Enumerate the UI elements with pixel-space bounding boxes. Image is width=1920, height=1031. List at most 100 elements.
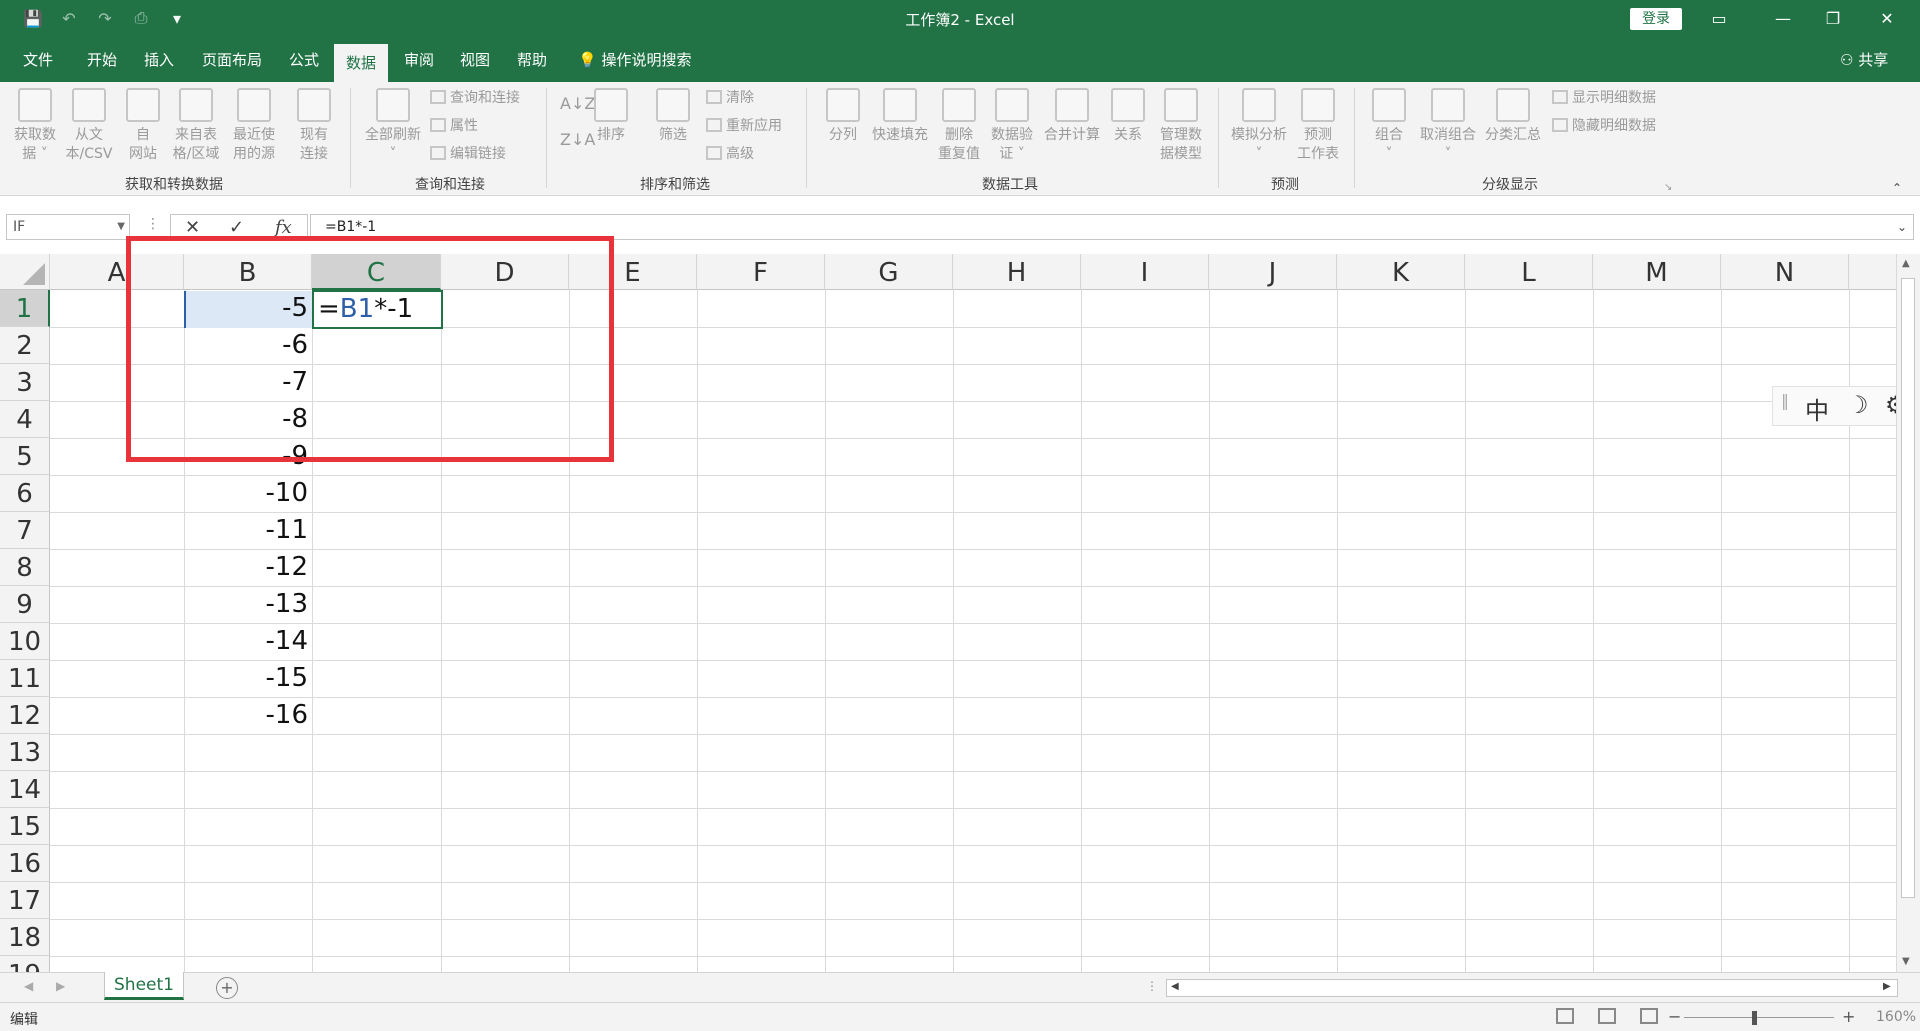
scroll-up-icon[interactable]: ▲ xyxy=(1902,258,1910,269)
tab-help[interactable]: 帮助 xyxy=(508,38,556,82)
dialog-launcher-icon[interactable]: ↘ xyxy=(1664,176,1672,200)
vertical-scrollbar[interactable]: ▲ ▼ xyxy=(1896,254,1920,974)
scroll-right-icon[interactable]: ▶ xyxy=(1883,981,1891,992)
column-header-h[interactable]: H xyxy=(953,254,1081,290)
cell-b10[interactable]: -14 xyxy=(184,623,308,660)
forecast-sheet-button[interactable]: 预测 工作表 xyxy=(1294,88,1342,164)
row-header-7[interactable]: 7 xyxy=(0,512,50,549)
restore-icon[interactable]: ❐ xyxy=(1818,6,1848,32)
cell-b6[interactable]: -10 xyxy=(184,475,308,512)
row-header-11[interactable]: 11 xyxy=(0,660,50,697)
from-text-csv-button[interactable]: 从文 本/CSV xyxy=(62,88,116,164)
formula-bar-splitter[interactable]: ⋮ xyxy=(146,216,160,232)
row-header-16[interactable]: 16 xyxy=(0,845,50,882)
tab-data[interactable]: 数据 xyxy=(334,44,388,82)
name-box[interactable]: IF ▼ xyxy=(6,214,130,240)
select-all-button[interactable] xyxy=(0,254,50,290)
from-table-button[interactable]: 来自表 格/区域 xyxy=(168,88,224,164)
cell-b7[interactable]: -11 xyxy=(184,512,308,549)
zoom-level[interactable]: 160% xyxy=(1876,1009,1916,1025)
column-header-k[interactable]: K xyxy=(1337,254,1465,290)
column-header-n[interactable]: N xyxy=(1721,254,1849,290)
row-header-6[interactable]: 6 xyxy=(0,475,50,512)
cell-b8[interactable]: -12 xyxy=(184,549,308,586)
moon-icon[interactable]: ☽ xyxy=(1847,391,1869,419)
text-to-columns-button[interactable]: 分列 xyxy=(820,88,866,145)
row-header-10[interactable]: 10 xyxy=(0,623,50,660)
row-header-15[interactable]: 15 xyxy=(0,808,50,845)
column-header-i[interactable]: I xyxy=(1081,254,1209,290)
login-button[interactable]: 登录 xyxy=(1630,8,1682,30)
sheet-tab-sheet1[interactable]: Sheet1 xyxy=(104,972,184,1000)
ime-mode-toggle[interactable]: 中 xyxy=(1805,391,1829,426)
row-header-13[interactable]: 13 xyxy=(0,734,50,771)
zoom-slider[interactable] xyxy=(1684,1017,1834,1018)
row-header-14[interactable]: 14 xyxy=(0,771,50,808)
refresh-all-button[interactable]: 全部刷新 ˅ xyxy=(360,88,426,164)
next-sheet-icon[interactable]: ▶ xyxy=(56,979,65,993)
remove-duplicates-button[interactable]: 删除 重复值 xyxy=(934,88,984,164)
tab-formulas[interactable]: 公式 xyxy=(280,38,328,82)
horizontal-scrollbar[interactable]: ◀ ▶ xyxy=(1166,979,1898,997)
column-header-l[interactable]: L xyxy=(1465,254,1593,290)
tab-page-layout[interactable]: 页面布局 xyxy=(196,38,268,82)
page-break-preview-icon[interactable] xyxy=(1640,1008,1658,1024)
row-header-17[interactable]: 17 xyxy=(0,882,50,919)
tab-insert[interactable]: 插入 xyxy=(134,38,184,82)
cancel-icon[interactable]: ✕ xyxy=(185,217,200,238)
row-header-9[interactable]: 9 xyxy=(0,586,50,623)
existing-connections-button[interactable]: 现有 连接 xyxy=(294,88,334,164)
ribbon-display-options-icon[interactable]: ▭ xyxy=(1704,6,1734,32)
sort-button[interactable]: 排序 xyxy=(588,88,634,145)
row-header-4[interactable]: 4 xyxy=(0,401,50,438)
column-header-g[interactable]: G xyxy=(825,254,953,290)
column-header-overflow[interactable] xyxy=(1849,254,1896,290)
prev-sheet-icon[interactable]: ◀ xyxy=(24,979,33,993)
row-header-2[interactable]: 2 xyxy=(0,327,50,364)
tab-view[interactable]: 视图 xyxy=(452,38,498,82)
vertical-scroll-thumb[interactable] xyxy=(1901,278,1915,898)
tab-file[interactable]: 文件 xyxy=(14,38,62,82)
zoom-slider-thumb[interactable] xyxy=(1752,1011,1757,1025)
relationships-button[interactable]: 关系 xyxy=(1108,88,1148,145)
row-header-12[interactable]: 12 xyxy=(0,697,50,734)
add-sheet-icon[interactable]: + xyxy=(216,977,238,999)
recent-sources-button[interactable]: 最近使 用的源 xyxy=(226,88,282,164)
row-header-3[interactable]: 3 xyxy=(0,364,50,401)
flash-fill-button[interactable]: 快速填充 xyxy=(868,88,932,145)
column-header-m[interactable]: M xyxy=(1593,254,1721,290)
group-button[interactable]: 组合 ˅ xyxy=(1366,88,1412,164)
tell-me-search[interactable]: 💡 操作说明搜索 xyxy=(578,38,691,82)
row-header-18[interactable]: 18 xyxy=(0,919,50,956)
scroll-down-icon[interactable]: ▼ xyxy=(1902,956,1910,967)
ime-drag-handle[interactable]: ‖ xyxy=(1781,391,1789,410)
tab-home[interactable]: 开始 xyxy=(76,38,128,82)
zoom-out-icon[interactable]: − xyxy=(1668,1007,1681,1026)
normal-view-icon[interactable] xyxy=(1556,1008,1574,1024)
hide-detail-button[interactable]: 隐藏明细数据 xyxy=(1552,114,1656,138)
tab-review[interactable]: 审阅 xyxy=(396,38,442,82)
filter-button[interactable]: 筛选 xyxy=(650,88,696,145)
subtotal-button[interactable]: 分类汇总 xyxy=(1482,88,1544,145)
consolidate-button[interactable]: 合并计算 xyxy=(1040,88,1104,145)
properties-button[interactable]: 属性 xyxy=(430,114,478,138)
scroll-left-icon[interactable]: ◀ xyxy=(1171,981,1179,992)
show-detail-button[interactable]: 显示明细数据 xyxy=(1552,86,1656,110)
collapse-ribbon-icon[interactable]: ⌃ xyxy=(1892,176,1902,200)
cell-b12[interactable]: -16 xyxy=(184,697,308,734)
advanced-filter-button[interactable]: 高级 xyxy=(706,142,754,166)
tab-splitter-icon[interactable]: ⋮ xyxy=(1146,979,1158,993)
close-icon[interactable]: ✕ xyxy=(1872,6,1902,32)
zoom-in-icon[interactable]: + xyxy=(1842,1007,1855,1026)
row-header-5[interactable]: 5 xyxy=(0,438,50,475)
enter-checkmark-icon[interactable]: ✓ xyxy=(229,217,244,238)
clear-filter-button[interactable]: 清除 xyxy=(706,86,754,110)
insert-function-icon[interactable]: fx xyxy=(275,217,292,238)
share-button[interactable]: ⚇ 共享 xyxy=(1840,38,1888,82)
column-header-f[interactable]: F xyxy=(697,254,825,290)
manage-data-model-button[interactable]: 管理数 据模型 xyxy=(1154,88,1208,164)
from-web-button[interactable]: 自网站 xyxy=(122,88,164,164)
cell-b11[interactable]: -15 xyxy=(184,660,308,697)
expand-formula-icon[interactable]: ⌄ xyxy=(1897,215,1907,239)
column-header-j[interactable]: J xyxy=(1209,254,1337,290)
